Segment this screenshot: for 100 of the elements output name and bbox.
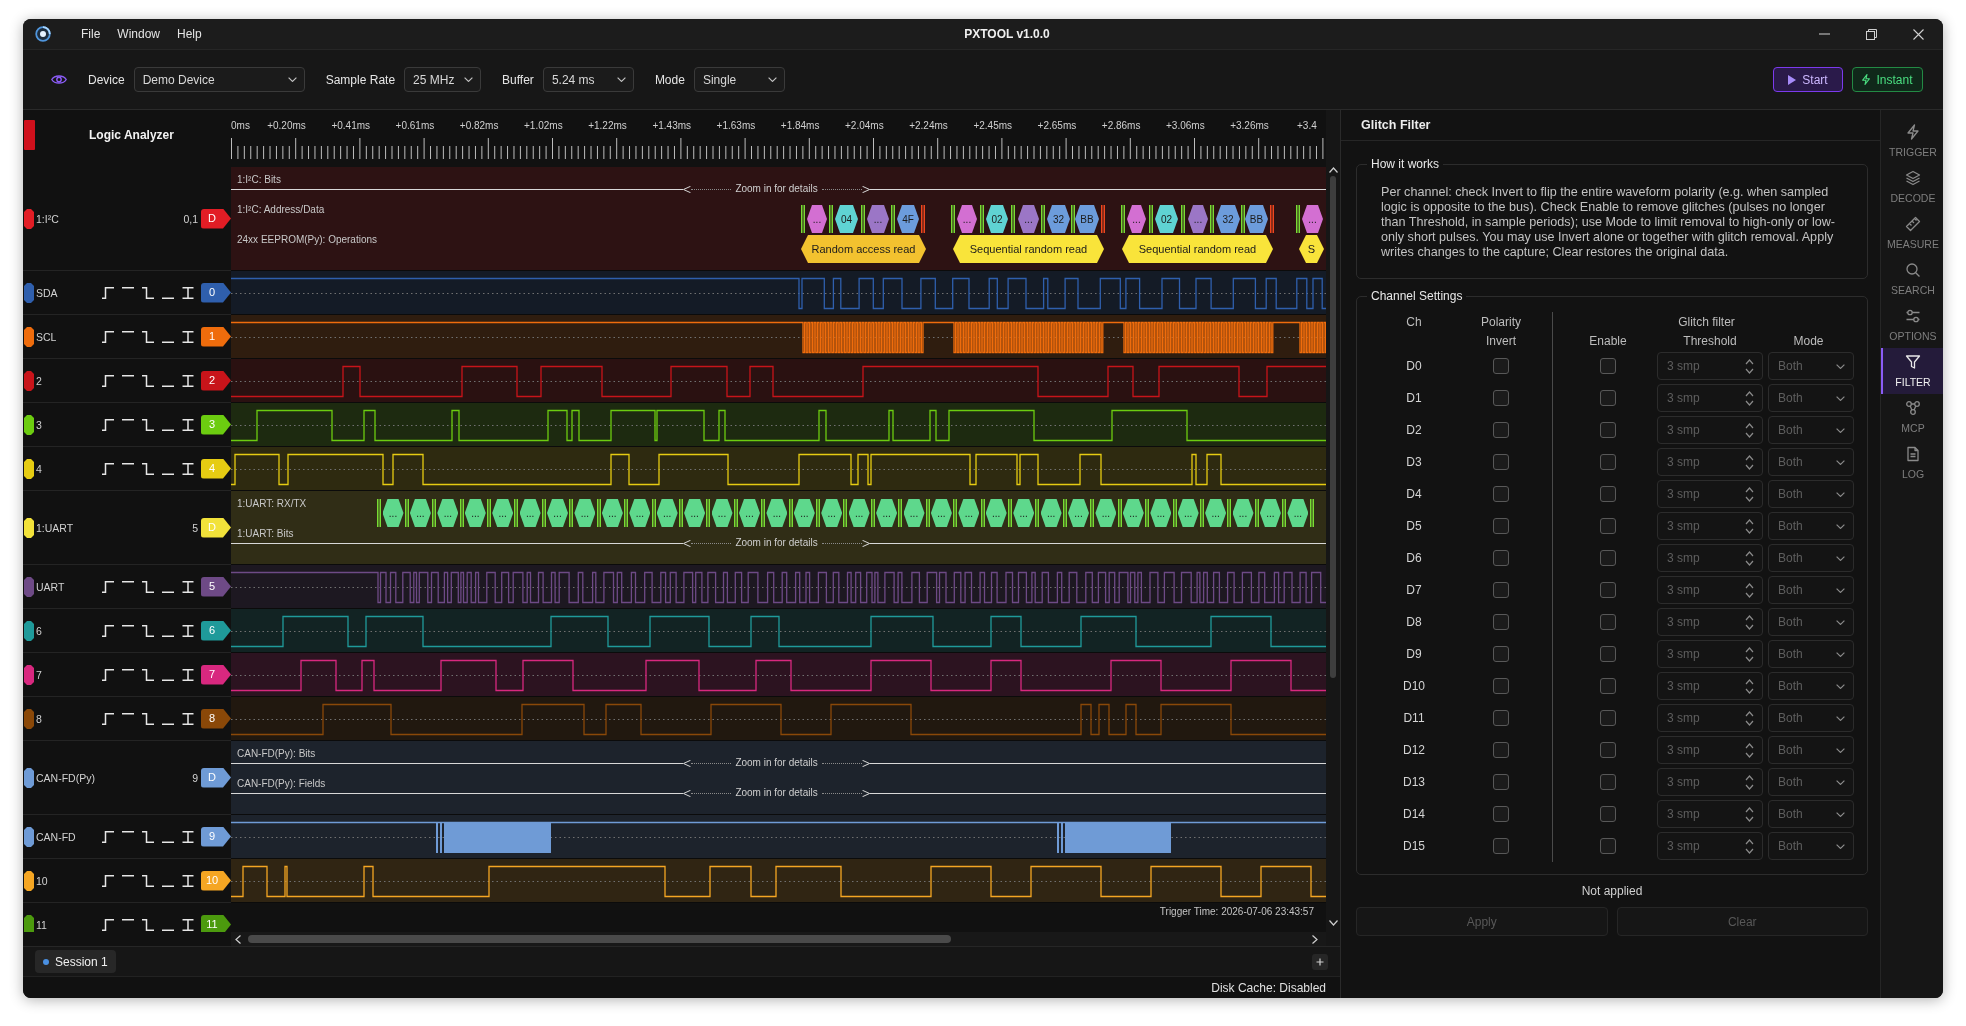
falling-edge-icon[interactable]	[142, 330, 154, 343]
invert-checkbox[interactable]	[1493, 806, 1509, 822]
any-edge-icon[interactable]	[182, 286, 194, 299]
mode-dropdown[interactable]: Both	[1768, 768, 1854, 796]
high-level-icon[interactable]	[122, 918, 134, 921]
threshold-stepper[interactable]: 3 smp	[1657, 544, 1763, 572]
mode-dropdown[interactable]: Both	[1768, 608, 1854, 636]
falling-edge-icon[interactable]	[142, 668, 154, 681]
any-edge-icon[interactable]	[182, 918, 194, 931]
threshold-stepper[interactable]: 3 smp	[1657, 736, 1763, 764]
invert-checkbox[interactable]	[1493, 838, 1509, 854]
dropdown[interactable]: Single	[693, 67, 785, 92]
enable-checkbox[interactable]	[1600, 614, 1616, 630]
threshold-stepper[interactable]: 3 smp	[1657, 480, 1763, 508]
enable-checkbox[interactable]	[1600, 486, 1616, 502]
any-edge-icon[interactable]	[182, 624, 194, 637]
threshold-stepper[interactable]: 3 smp	[1657, 512, 1763, 540]
invert-checkbox[interactable]	[1493, 710, 1509, 726]
enable-checkbox[interactable]	[1600, 806, 1616, 822]
high-level-icon[interactable]	[122, 830, 134, 833]
low-level-icon[interactable]	[162, 884, 174, 887]
mode-dropdown[interactable]: Both	[1768, 800, 1854, 828]
enable-checkbox[interactable]	[1600, 582, 1616, 598]
falling-edge-icon[interactable]	[142, 830, 154, 843]
high-level-icon[interactable]	[122, 874, 134, 877]
threshold-stepper[interactable]: 3 smp	[1657, 704, 1763, 732]
side-tab[interactable]: MCP	[1881, 394, 1943, 440]
enable-checkbox[interactable]	[1600, 518, 1616, 534]
horizontal-scrollbar[interactable]	[231, 932, 1326, 946]
high-level-icon[interactable]	[122, 580, 134, 583]
threshold-stepper[interactable]: 3 smp	[1657, 352, 1763, 380]
mode-dropdown[interactable]: Both	[1768, 672, 1854, 700]
any-edge-icon[interactable]	[182, 462, 194, 475]
session-tab[interactable]: Session 1	[35, 950, 116, 973]
rising-edge-icon[interactable]	[102, 330, 114, 343]
rising-edge-icon[interactable]	[102, 418, 114, 431]
any-edge-icon[interactable]	[182, 580, 194, 593]
falling-edge-icon[interactable]	[142, 624, 154, 637]
scroll-up-icon[interactable]	[1328, 167, 1338, 173]
high-level-icon[interactable]	[122, 286, 134, 289]
side-tab[interactable]: MEASURE	[1881, 210, 1943, 256]
enable-checkbox[interactable]	[1600, 390, 1616, 406]
low-level-icon[interactable]	[162, 384, 174, 387]
falling-edge-icon[interactable]	[142, 874, 154, 887]
mode-dropdown[interactable]: Both	[1768, 352, 1854, 380]
mode-dropdown[interactable]: Both	[1768, 544, 1854, 572]
low-level-icon[interactable]	[162, 296, 174, 299]
threshold-stepper[interactable]: 3 smp	[1657, 416, 1763, 444]
enable-checkbox[interactable]	[1600, 358, 1616, 374]
low-level-icon[interactable]	[162, 840, 174, 843]
restore-icon[interactable]	[1866, 28, 1877, 40]
any-edge-icon[interactable]	[182, 830, 194, 843]
falling-edge-icon[interactable]	[142, 712, 154, 725]
rising-edge-icon[interactable]	[102, 374, 114, 387]
falling-edge-icon[interactable]	[142, 580, 154, 593]
rising-edge-icon[interactable]	[102, 712, 114, 725]
enable-checkbox[interactable]	[1600, 742, 1616, 758]
high-level-icon[interactable]	[122, 374, 134, 377]
falling-edge-icon[interactable]	[142, 918, 154, 931]
low-level-icon[interactable]	[162, 472, 174, 475]
rising-edge-icon[interactable]	[102, 580, 114, 593]
high-level-icon[interactable]	[122, 712, 134, 715]
high-level-icon[interactable]	[122, 624, 134, 627]
mode-dropdown[interactable]: Both	[1768, 448, 1854, 476]
mode-dropdown[interactable]: Both	[1768, 480, 1854, 508]
invert-checkbox[interactable]	[1493, 742, 1509, 758]
threshold-stepper[interactable]: 3 smp	[1657, 608, 1763, 636]
low-level-icon[interactable]	[162, 634, 174, 637]
scroll-left-icon[interactable]	[235, 934, 241, 944]
mode-dropdown[interactable]: Both	[1768, 832, 1854, 860]
side-tab[interactable]: SEARCH	[1881, 256, 1943, 302]
mode-dropdown[interactable]: Both	[1768, 736, 1854, 764]
dropdown[interactable]: 5.24 ms	[542, 67, 634, 92]
dropdown[interactable]: Demo Device	[133, 67, 305, 92]
low-level-icon[interactable]	[162, 590, 174, 593]
threshold-stepper[interactable]: 3 smp	[1657, 768, 1763, 796]
menu-item[interactable]: File	[81, 26, 101, 42]
rising-edge-icon[interactable]	[102, 874, 114, 887]
side-tab[interactable]: DECODE	[1881, 164, 1943, 210]
mode-dropdown[interactable]: Both	[1768, 704, 1854, 732]
close-icon[interactable]	[1913, 28, 1924, 40]
invert-checkbox[interactable]	[1493, 422, 1509, 438]
high-level-icon[interactable]	[122, 668, 134, 671]
scroll-down-icon[interactable]	[1328, 920, 1338, 926]
rising-edge-icon[interactable]	[102, 918, 114, 931]
invert-checkbox[interactable]	[1493, 486, 1509, 502]
any-edge-icon[interactable]	[182, 418, 194, 431]
any-edge-icon[interactable]	[182, 330, 194, 343]
mode-dropdown[interactable]: Both	[1768, 512, 1854, 540]
invert-checkbox[interactable]	[1493, 646, 1509, 662]
side-tab[interactable]: TRIGGER	[1881, 118, 1943, 164]
any-edge-icon[interactable]	[182, 874, 194, 887]
mode-dropdown[interactable]: Both	[1768, 416, 1854, 444]
low-level-icon[interactable]	[162, 722, 174, 725]
mode-dropdown[interactable]: Both	[1768, 640, 1854, 668]
invert-checkbox[interactable]	[1493, 678, 1509, 694]
enable-checkbox[interactable]	[1600, 678, 1616, 694]
invert-checkbox[interactable]	[1493, 550, 1509, 566]
enable-checkbox[interactable]	[1600, 774, 1616, 790]
invert-checkbox[interactable]	[1493, 454, 1509, 470]
